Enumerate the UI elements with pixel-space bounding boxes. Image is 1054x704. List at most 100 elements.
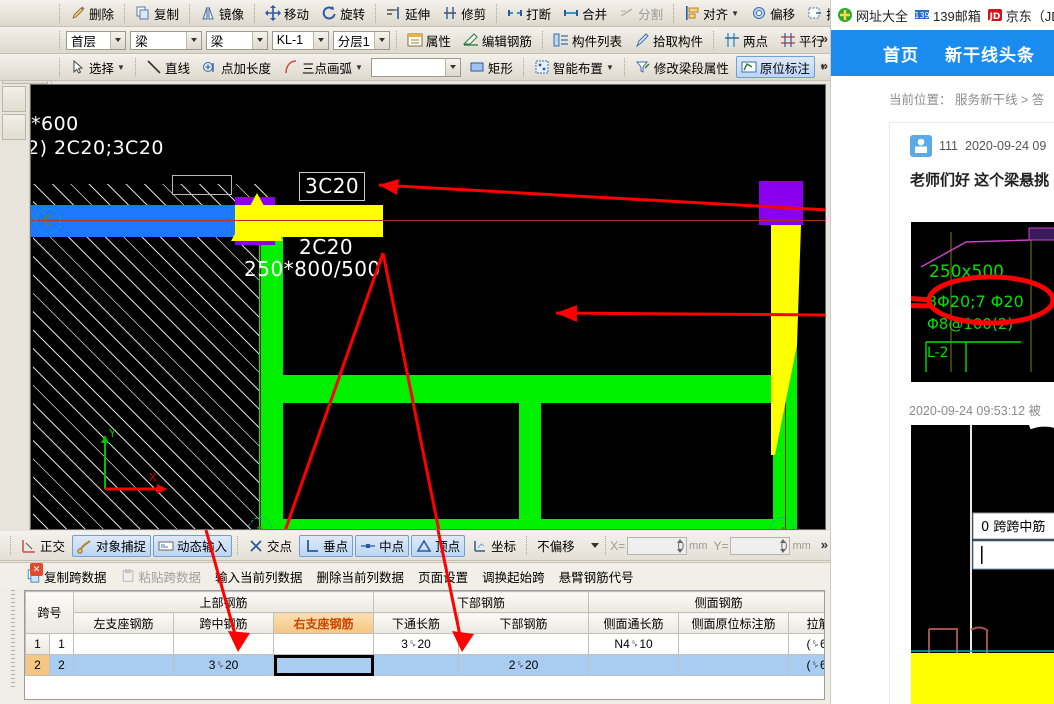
member-select[interactable]: KL-1 bbox=[271, 30, 329, 50]
col-left-support-rebar[interactable]: 左支座钢筋 bbox=[73, 612, 175, 634]
modify-beam-button[interactable]: 修改梁段属性 bbox=[630, 56, 734, 78]
rotate-button[interactable]: 旋转 bbox=[316, 2, 370, 24]
split-button[interactable]: 分割 bbox=[614, 2, 668, 24]
cell-left-support[interactable] bbox=[73, 654, 175, 676]
cell-bottom[interactable]: 2␠20 bbox=[458, 654, 590, 676]
stretch-button[interactable]: 拉伸 bbox=[802, 2, 830, 24]
select-tool-button[interactable]: 选择 ▼ bbox=[65, 56, 130, 78]
page-setup-button[interactable]: 页面设置 bbox=[411, 566, 475, 586]
vertex-snap-toggle[interactable]: 顶点 bbox=[411, 534, 466, 557]
dynamic-input-toggle[interactable]: 动态输入 bbox=[153, 534, 233, 557]
cell-mid-span[interactable]: 3␠20 bbox=[173, 654, 275, 676]
offset-y-spinner[interactable] bbox=[778, 538, 788, 553]
move-button[interactable]: 移动 bbox=[260, 2, 314, 24]
gutter-tab-1[interactable] bbox=[2, 86, 26, 112]
intersection-snap-toggle[interactable]: 交点 bbox=[243, 535, 297, 557]
cantilever-rebar-code-button[interactable]: 悬臂钢筋代号 bbox=[552, 566, 641, 586]
col-bottom-through-rebar[interactable]: 下通长筋 bbox=[373, 612, 460, 634]
post-image-1[interactable]: 250x500 3Φ20;7 Φ20 Φ8@100(2) L-2 bbox=[911, 222, 1054, 382]
close-panel-icon[interactable]: ✕ bbox=[30, 563, 43, 576]
chevron-down-icon[interactable] bbox=[444, 58, 460, 76]
post-image-2[interactable]: 0 跨跨中筋 bbox=[911, 425, 1054, 704]
cell-side-through[interactable]: N4␠10 bbox=[588, 633, 680, 655]
two-point-button[interactable]: 两点 bbox=[719, 29, 773, 51]
swap-start-span-button[interactable]: 调换起始跨 bbox=[475, 566, 552, 586]
chevron-down-icon[interactable] bbox=[312, 31, 328, 49]
smart-layout-button[interactable]: 智能布置 ▼ bbox=[529, 56, 619, 78]
trim-button[interactable]: 修剪 bbox=[437, 2, 491, 24]
cell-side-inplace[interactable] bbox=[678, 633, 790, 655]
cell-tie[interactable]: (␠6) bbox=[788, 654, 824, 676]
toolbar2-overflow-button[interactable]: » bbox=[821, 31, 828, 46]
col-right-support-rebar[interactable]: 右支座钢筋 bbox=[273, 612, 375, 634]
col-side-through-rebar[interactable]: 侧面通长筋 bbox=[588, 612, 680, 634]
cell-bottom-through[interactable]: 3␠20 bbox=[373, 633, 460, 655]
cell-bottom[interactable] bbox=[458, 633, 590, 655]
layer-select[interactable]: 分层1 bbox=[332, 30, 390, 50]
chevron-down-icon[interactable] bbox=[373, 31, 389, 49]
inplace-annotate-button[interactable]: 原位标注 bbox=[735, 56, 815, 78]
cell-tie[interactable]: (␠6) bbox=[788, 633, 824, 655]
row-span-value[interactable]: 1 bbox=[48, 633, 75, 655]
member-list-button[interactable]: 构件列表 bbox=[548, 29, 627, 51]
delete-button[interactable]: 删除 bbox=[65, 2, 119, 24]
cell-side-inplace[interactable] bbox=[678, 654, 790, 676]
paste-span-data-button[interactable]: 粘贴跨数据 bbox=[114, 566, 209, 586]
property-button[interactable]: 属性 bbox=[402, 29, 456, 51]
line-tool-button[interactable]: 直线 bbox=[141, 56, 195, 78]
offset-x-input[interactable]: 0 bbox=[627, 536, 688, 555]
edit-rebar-button[interactable]: 编辑钢筋 bbox=[458, 29, 537, 51]
cell-right-support[interactable] bbox=[273, 654, 375, 676]
col-mid-span-rebar[interactable]: 跨中钢筋 bbox=[173, 612, 275, 634]
break-button[interactable]: 打断 bbox=[502, 2, 556, 24]
chevron-down-icon[interactable] bbox=[591, 543, 600, 548]
cell-left-support[interactable] bbox=[73, 633, 175, 655]
offset-x-spinner[interactable] bbox=[675, 538, 685, 553]
ortho-toggle[interactable]: 正交 bbox=[16, 535, 70, 557]
col-tie-rebar[interactable]: 拉筋 bbox=[788, 612, 824, 634]
perpendicular-snap-toggle[interactable]: 垂点 bbox=[299, 534, 354, 557]
chevron-down-icon[interactable] bbox=[251, 31, 267, 49]
rebar-grid[interactable]: 跨号 上部钢筋 下部钢筋 侧面钢筋 左支座钢筋 跨中钢筋 右支座钢筋 下通长筋 … bbox=[24, 590, 825, 700]
cell-bottom-through[interactable] bbox=[373, 654, 460, 676]
row-span-value[interactable]: 2 bbox=[48, 654, 75, 676]
merge-button[interactable]: 合并 bbox=[558, 2, 612, 24]
panel-drag-handle[interactable] bbox=[11, 590, 15, 690]
category-select[interactable]: 梁 bbox=[130, 30, 202, 50]
delete-column-data-button[interactable]: 删除当前列数据 bbox=[310, 566, 412, 586]
chevron-down-icon[interactable] bbox=[185, 31, 201, 49]
snapbar-overflow-button[interactable]: » bbox=[821, 537, 828, 552]
object-snap-toggle[interactable]: 对象捕捉 bbox=[72, 534, 152, 557]
arc-mode-select[interactable] bbox=[370, 57, 461, 77]
align-button[interactable]: 对齐 ▼ bbox=[679, 2, 744, 24]
mirror-button[interactable]: 镜像 bbox=[195, 2, 249, 24]
input-column-data-button[interactable]: 输入当前列数据 bbox=[208, 566, 310, 586]
copy-span-data-button[interactable]: 复制跨数据 bbox=[6, 566, 114, 586]
gutter-tab-2[interactable] bbox=[2, 114, 26, 140]
cell-side-through[interactable] bbox=[588, 654, 680, 676]
col-side-inplace-rebar[interactable]: 侧面原位标注筋 bbox=[678, 612, 790, 634]
table-row[interactable]: 1 1 3␠20 N4␠10 (␠6) bbox=[25, 633, 824, 655]
toolbar3-overflow-button[interactable]: » bbox=[821, 58, 828, 73]
offset-button[interactable]: 偏移 bbox=[746, 2, 800, 24]
midpoint-snap-toggle[interactable]: 中点 bbox=[355, 534, 410, 557]
cad-canvas[interactable]: *600 2) 2C20;3C20 3C20 2C20 250*800/500 … bbox=[30, 84, 826, 530]
offset-mode-select[interactable]: 不偏移 bbox=[533, 536, 600, 555]
pick-member-button[interactable]: 拾取构件 bbox=[629, 29, 708, 51]
copy-button[interactable]: 复制 bbox=[130, 2, 184, 24]
chevron-down-icon[interactable] bbox=[110, 31, 126, 49]
point-length-button[interactable]: 点加长度 bbox=[197, 56, 276, 78]
bookmark-jd[interactable]: JD 京东（JD bbox=[987, 6, 1054, 25]
rectangle-tool-button[interactable]: 矩形 bbox=[464, 56, 518, 78]
col-bottom-rebar[interactable]: 下部钢筋 bbox=[458, 612, 590, 634]
type-select[interactable]: 梁 bbox=[205, 30, 268, 50]
extend-button[interactable]: 延伸 bbox=[381, 2, 435, 24]
nav-home[interactable]: 首页 bbox=[883, 41, 919, 66]
coordinate-snap-toggle[interactable]: 坐标 bbox=[467, 535, 521, 557]
table-row[interactable]: 2 2 3␠20 2␠20 (␠6) bbox=[25, 654, 824, 676]
cell-right-support[interactable] bbox=[273, 633, 375, 655]
three-point-arc-button[interactable]: 三点画弧 ▼ bbox=[278, 56, 368, 78]
offset-y-input[interactable]: 0 bbox=[730, 536, 791, 555]
floor-select[interactable]: 首层 bbox=[66, 30, 127, 50]
cell-mid-span[interactable] bbox=[173, 633, 275, 655]
